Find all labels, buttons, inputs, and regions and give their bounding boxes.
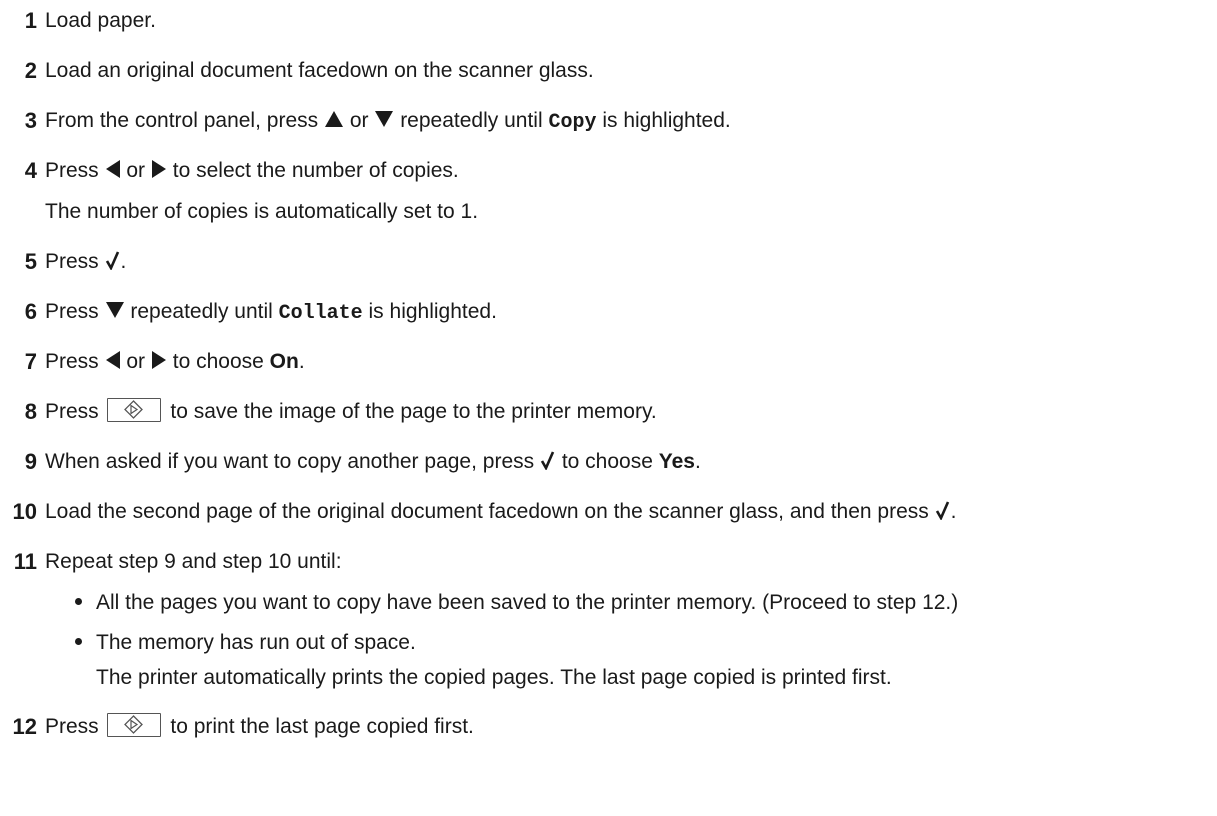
up-arrow-icon [324,111,343,128]
right-arrow-icon [151,160,166,179]
bullet-icon [75,637,82,645]
step-text: Press repeatedly until Collate is highli… [45,300,497,325]
step-6: 6 Press repeatedly until Collate is high… [0,297,1217,327]
step-text: Press to save the image of the page to t… [45,398,657,423]
step-11: 11 Repeat step 9 and step 10 until: [0,547,1217,577]
step-10: 10 Load the second page of the original … [0,497,1217,527]
step-text: Press . [45,250,127,273]
checkmark-icon [105,251,119,271]
step-4-note: The number of copies is automatically se… [45,200,479,223]
step-text: Press to print the last page copied firs… [45,713,474,738]
step-5: 5 Press . [0,247,1217,277]
step-9: 9 When asked if you want to copy another… [0,447,1217,477]
step-number: 12 [12,714,37,739]
left-arrow-icon [105,160,120,179]
menu-item-copy: Copy [548,111,597,134]
step-2: 2 Load an original document facedown on … [0,56,1217,86]
checkmark-icon [540,451,555,471]
step-number: 4 [24,158,37,183]
step-number: 8 [24,399,37,424]
down-arrow-icon [105,302,124,319]
list-item: The memory has run out of space. [75,628,416,658]
step-1: 1 Load paper. [0,6,1217,36]
step-8: 8 Press to save the image of the page to… [0,397,1217,427]
start-button-icon [106,398,161,423]
left-arrow-icon [105,351,120,370]
step-number: 10 [12,499,37,524]
step-number: 3 [24,108,37,133]
step-text: Load the second page of the original doc… [45,500,957,523]
step-text: Repeat step 9 and step 10 until: [45,550,342,573]
bullet-note: The printer automatically prints the cop… [96,666,892,689]
step-4: 4 Press or to select the number of copie… [0,156,1217,186]
step-text: Press or to select the number of copies. [45,159,459,182]
list-item: All the pages you want to copy have been… [75,588,958,618]
step-number: 2 [24,58,37,83]
option-yes: Yes [658,450,695,473]
step-text: Load an original document facedown on th… [45,59,594,82]
down-arrow-icon [375,111,394,128]
checkmark-icon [935,501,949,521]
option-on: On [269,350,299,373]
bullet-icon [75,597,82,605]
start-button-icon [106,713,161,738]
step-text: Press or to choose On. [45,350,305,373]
step-text: When asked if you want to copy another p… [45,450,701,473]
step-number: 6 [24,299,37,324]
step-12: 12 Press to print the last page copied f… [0,712,1217,742]
step-number: 5 [24,249,37,274]
step-3: 3 From the control panel, press or repea… [0,106,1217,136]
step-number: 9 [24,449,37,474]
step-7: 7 Press or to choose On. [0,347,1217,377]
menu-item-collate: Collate [278,302,363,325]
step-number: 11 [13,549,37,574]
step-number: 1 [24,8,37,33]
step-text: From the control panel, press or repeate… [45,109,731,134]
right-arrow-icon [151,351,166,370]
step-text: Load paper. [45,9,156,32]
step-number: 7 [24,349,37,374]
